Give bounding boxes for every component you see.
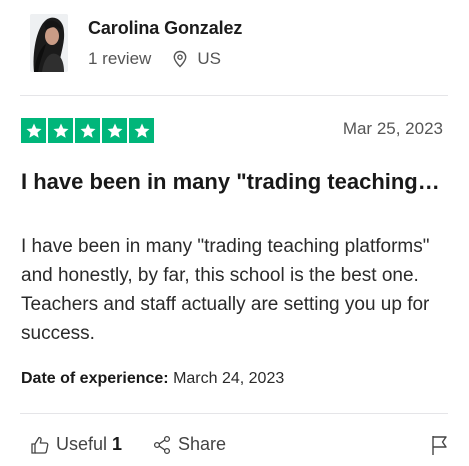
divider <box>20 95 448 96</box>
reviewer-name[interactable]: Carolina Gonzalez <box>88 18 242 39</box>
thumbs-up-icon <box>31 436 49 454</box>
divider <box>20 413 448 414</box>
share-icon <box>153 435 171 454</box>
useful-count: 1 <box>112 434 123 454</box>
review-actions: Useful 1 Share <box>30 434 450 458</box>
experience-date: March 24, 2023 <box>173 370 285 387</box>
report-flag-button[interactable] <box>430 434 450 461</box>
star-rating <box>21 118 154 143</box>
useful-label: Useful <box>56 434 108 454</box>
experience-label: Date of experience: <box>21 370 169 387</box>
star-icon <box>129 118 154 143</box>
share-label: Share <box>178 434 227 454</box>
review-date: Mar 25, 2023 <box>342 119 443 138</box>
review-title[interactable]: I have been in many "trading teaching… <box>21 168 441 196</box>
reviewer-country: US <box>197 49 221 68</box>
useful-button[interactable]: Useful 1 <box>30 434 122 455</box>
reviewer-header: Carolina Gonzalez 1 review US <box>30 14 242 74</box>
star-icon <box>48 118 73 143</box>
location-pin-icon <box>171 50 189 68</box>
review-card: Carolina Gonzalez 1 review US Mar 25, 20… <box>0 0 469 466</box>
avatar[interactable] <box>30 14 68 72</box>
review-count: 1 review <box>88 49 152 68</box>
star-icon <box>75 118 100 143</box>
review-body: I have been in many "trading teaching pl… <box>21 236 430 344</box>
date-of-experience: Date of experience: March 24, 2023 <box>21 370 284 388</box>
flag-icon <box>432 436 447 455</box>
star-icon <box>102 118 127 143</box>
share-button[interactable]: Share <box>152 434 226 455</box>
reviewer-info: Carolina Gonzalez 1 review US <box>88 14 242 74</box>
reviewer-meta: 1 review US <box>88 49 242 69</box>
star-icon <box>21 118 46 143</box>
